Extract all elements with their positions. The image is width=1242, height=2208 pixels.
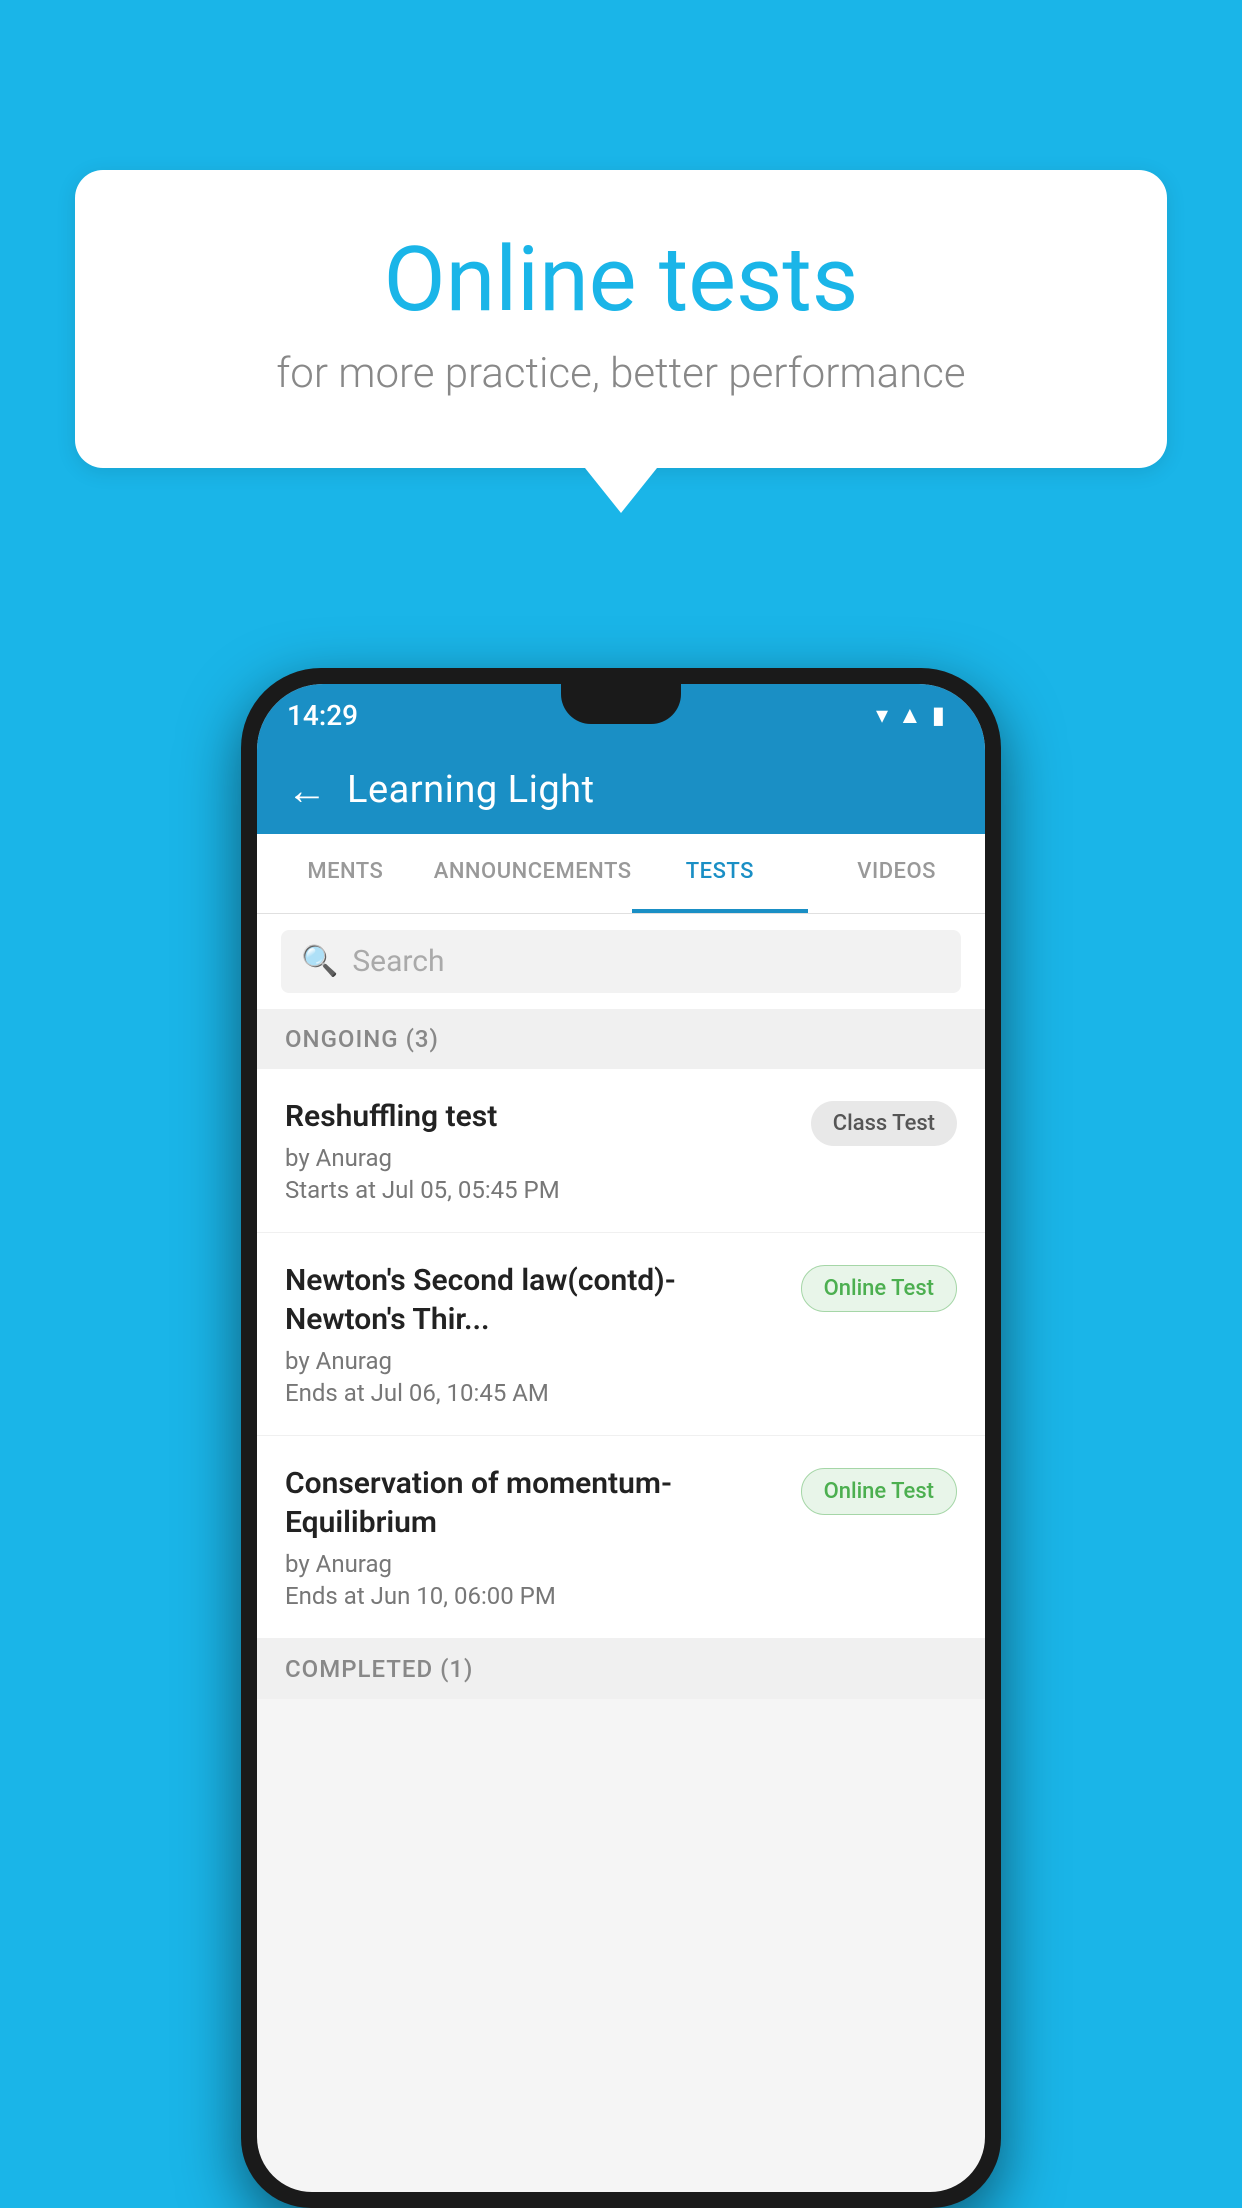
test-time: Ends at Jul 06, 10:45 AM [285, 1379, 785, 1407]
signal-icon: ▲ [898, 701, 922, 730]
test-name: Conservation of momentum-Equilibrium [285, 1464, 785, 1542]
search-bar: 🔍 Search [257, 914, 985, 1009]
completed-section-header: COMPLETED (1) [257, 1639, 985, 1699]
test-info: Conservation of momentum-Equilibrium by … [285, 1464, 785, 1610]
test-item[interactable]: Conservation of momentum-Equilibrium by … [257, 1436, 985, 1639]
test-by: by Anurag [285, 1550, 785, 1578]
phone-notch [561, 684, 681, 724]
back-button[interactable]: ← [287, 767, 327, 814]
test-by: by Anurag [285, 1347, 785, 1375]
test-by: by Anurag [285, 1144, 795, 1172]
tabs-bar: MENTS ANNOUNCEMENTS TESTS VIDEOS [257, 834, 985, 914]
ongoing-section-header: ONGOING (3) [257, 1009, 985, 1069]
tab-ments[interactable]: MENTS [257, 834, 434, 913]
wifi-icon: ▾ [876, 701, 888, 729]
test-badge-online: Online Test [801, 1265, 957, 1312]
promo-title: Online tests [155, 230, 1087, 329]
test-info: Reshuffling test by Anurag Starts at Jul… [285, 1097, 795, 1204]
test-time: Ends at Jun 10, 06:00 PM [285, 1582, 785, 1610]
test-badge-class: Class Test [811, 1101, 957, 1146]
promo-card: Online tests for more practice, better p… [75, 170, 1167, 468]
test-name: Newton's Second law(contd)-Newton's Thir… [285, 1261, 785, 1339]
app-title: Learning Light [347, 768, 595, 812]
search-input-wrapper[interactable]: 🔍 Search [281, 930, 961, 993]
test-time: Starts at Jul 05, 05:45 PM [285, 1176, 795, 1204]
promo-subtitle: for more practice, better performance [155, 349, 1087, 398]
test-badge-online: Online Test [801, 1468, 957, 1515]
status-icons: ▾ ▲ ▮ [876, 701, 945, 730]
test-item[interactable]: Reshuffling test by Anurag Starts at Jul… [257, 1069, 985, 1233]
battery-icon: ▮ [932, 701, 945, 729]
status-time: 14:29 [287, 699, 358, 732]
tab-tests[interactable]: TESTS [632, 834, 809, 913]
tab-announcements[interactable]: ANNOUNCEMENTS [434, 834, 632, 913]
search-icon: 🔍 [301, 944, 338, 979]
phone-screen: 14:29 ▾ ▲ ▮ ← Learning Light MENTS ANNOU… [257, 684, 985, 2192]
test-list: Reshuffling test by Anurag Starts at Jul… [257, 1069, 985, 1639]
test-item[interactable]: Newton's Second law(contd)-Newton's Thir… [257, 1233, 985, 1436]
phone-shell: 14:29 ▾ ▲ ▮ ← Learning Light MENTS ANNOU… [241, 668, 1001, 2208]
test-name: Reshuffling test [285, 1097, 795, 1136]
app-header: ← Learning Light [257, 746, 985, 834]
test-info: Newton's Second law(contd)-Newton's Thir… [285, 1261, 785, 1407]
search-placeholder: Search [352, 944, 444, 979]
tab-videos[interactable]: VIDEOS [808, 834, 985, 913]
